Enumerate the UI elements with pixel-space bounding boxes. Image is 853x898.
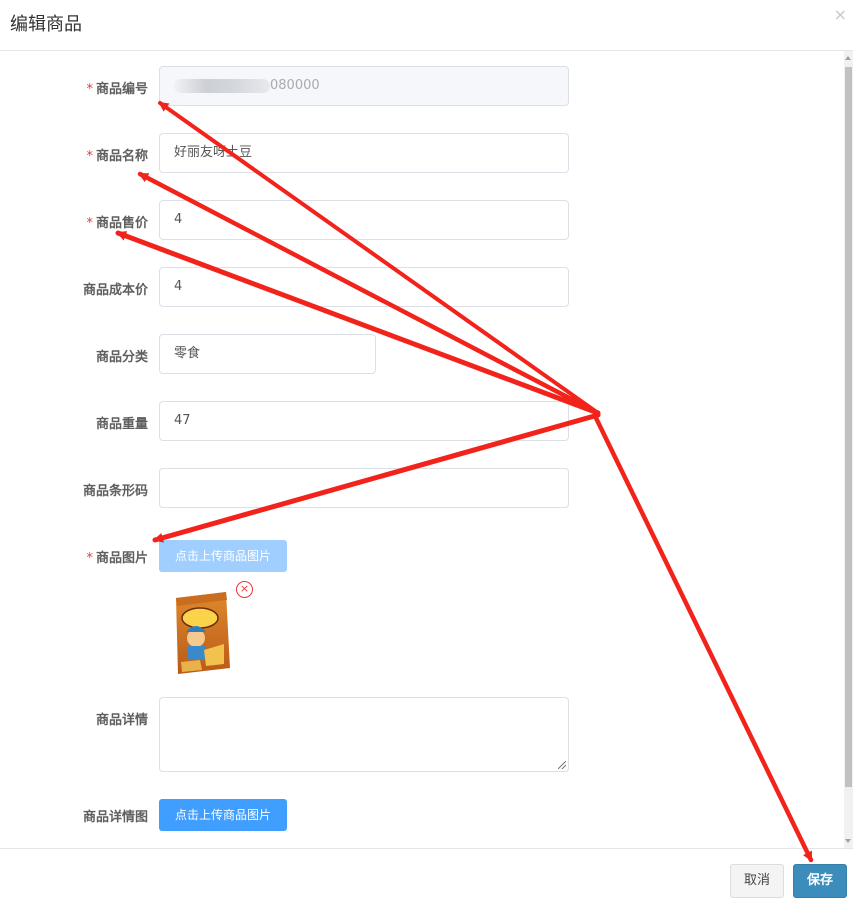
resize-handle-icon[interactable] <box>558 761 566 769</box>
dialog-footer: 取消 保存 <box>0 848 853 898</box>
label-product-price: * 商品售价 <box>86 216 148 231</box>
product-detail-textarea[interactable] <box>159 697 569 772</box>
label-product-image: * 商品图片 <box>86 551 148 566</box>
product-code-input[interactable]: 080000 <box>159 66 569 106</box>
save-button[interactable]: 保存 <box>793 864 847 898</box>
close-icon[interactable]: × <box>834 7 847 23</box>
product-image-thumbnail <box>176 592 230 674</box>
product-weight-input[interactable]: 47 <box>159 401 569 441</box>
dialog-title: 编辑商品 <box>10 14 82 35</box>
label-product-detail: 商品详情 <box>95 713 148 728</box>
scroll-down-arrow-icon[interactable] <box>845 839 851 843</box>
scroll-up-arrow-icon[interactable] <box>845 56 851 60</box>
dialog-header: 编辑商品 × <box>0 0 853 51</box>
label-product-detail-image: 商品详情图 <box>82 810 148 825</box>
redacted-blur <box>174 78 270 93</box>
dialog-body: * 商品编号 080000 * 商品名称 好丽友呀土豆 * 商品售价 4 商品成本价 … <box>0 51 853 848</box>
label-product-weight: 商品重量 <box>95 417 148 432</box>
remove-image-icon[interactable]: × <box>236 581 253 598</box>
upload-product-image-button[interactable]: 点击上传商品图片 <box>159 540 287 572</box>
product-category-select[interactable]: 零食 <box>159 334 376 374</box>
label-product-category: 商品分类 <box>95 350 148 365</box>
product-barcode-input[interactable] <box>159 468 569 508</box>
cancel-button[interactable]: 取消 <box>730 864 784 898</box>
label-product-barcode: 商品条形码 <box>82 484 148 499</box>
label-product-code: * 商品编号 <box>86 82 148 97</box>
label-product-name: * 商品名称 <box>86 149 148 164</box>
product-name-input[interactable]: 好丽友呀土豆 <box>159 133 569 173</box>
label-product-cost: 商品成本价 <box>82 283 148 298</box>
upload-detail-image-button[interactable]: 点击上传商品图片 <box>159 799 287 831</box>
product-cost-input[interactable]: 4 <box>159 267 569 307</box>
vertical-scrollbar[interactable] <box>844 51 853 848</box>
product-price-input[interactable]: 4 <box>159 200 569 240</box>
scrollbar-thumb[interactable] <box>845 67 852 787</box>
